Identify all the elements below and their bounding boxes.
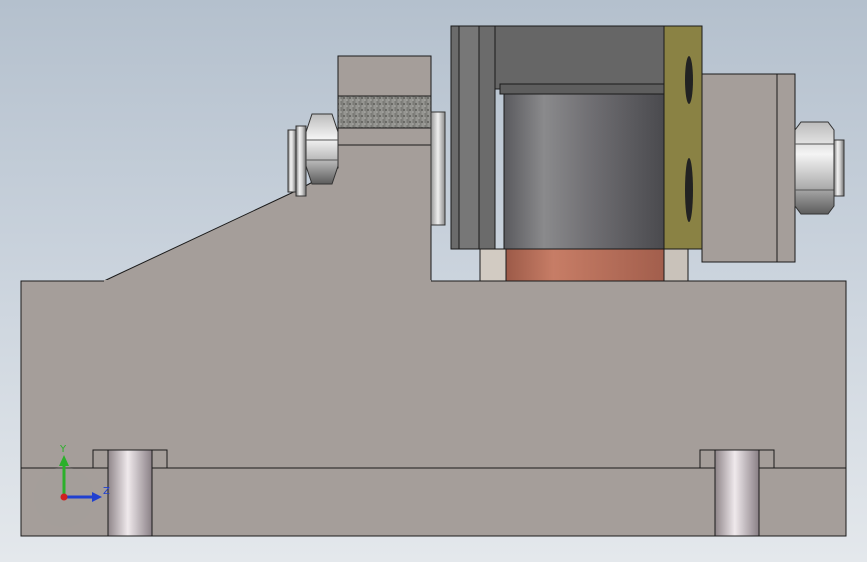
cylinder-housing	[450, 25, 672, 250]
clamp-block	[337, 55, 432, 146]
left-washer	[430, 111, 446, 226]
triad-z-label: Z	[103, 486, 110, 497]
triad-y-label: Y	[59, 444, 67, 455]
upright-bracket	[103, 144, 432, 282]
right-block	[701, 73, 796, 263]
right-bolt	[794, 121, 845, 215]
cad-viewport[interactable]: Y Z	[0, 0, 867, 562]
left-bolt	[287, 113, 339, 197]
part-model: Y Z	[20, 25, 847, 537]
copper-piston	[479, 248, 689, 282]
flange-plate	[663, 25, 703, 250]
